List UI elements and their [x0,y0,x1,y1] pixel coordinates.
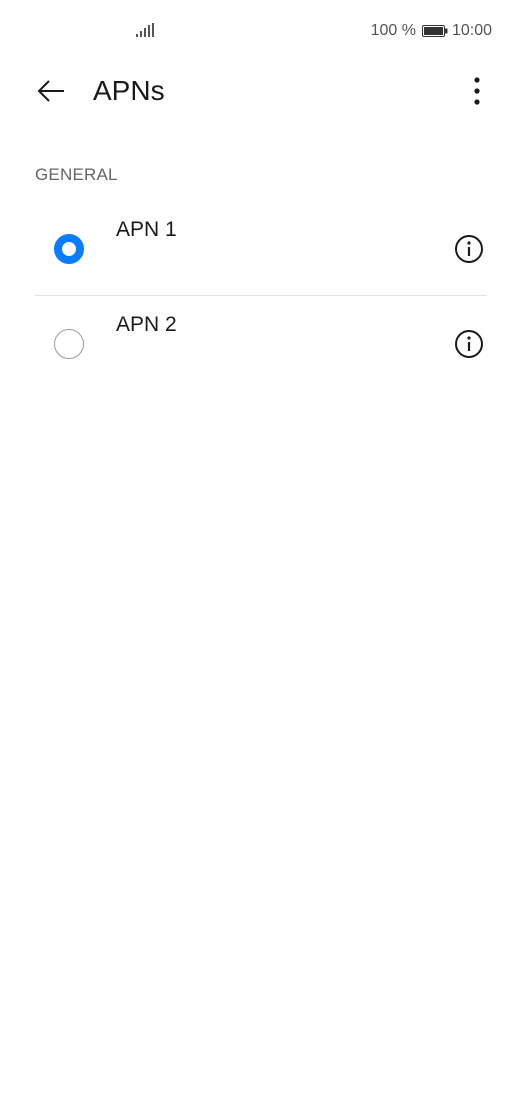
signal-bars-icon [136,23,154,37]
info-circle-icon [455,235,483,263]
status-bar: 100 % 10:00 [0,0,521,60]
apn-1-info-button[interactable] [453,233,485,265]
info-circle-icon [455,330,483,358]
apn-2-radio[interactable] [54,329,84,359]
section-header-general: GENERAL [35,165,118,184]
battery-percent: 100 % [370,22,416,39]
arrow-left-icon [37,80,64,102]
status-right: 100 % 10:00 [371,20,492,42]
apn-row-2[interactable]: APN 2 [0,297,521,389]
status-time: 10:00 [451,22,492,39]
back-button[interactable] [34,74,68,108]
apn-2-label: APN 2 [116,313,177,336]
apn-row-1[interactable]: APN 1 [0,202,521,294]
list-divider [35,295,487,296]
more-options-button[interactable] [462,74,492,108]
apn-1-label: APN 1 [116,218,177,241]
apn-2-info-button[interactable] [453,328,485,360]
title-bar: APNs [0,60,521,122]
battery-full-icon [421,25,448,37]
page-title: APNs [93,75,165,106]
more-vertical-icon [474,77,480,105]
apn-1-radio[interactable] [54,234,84,264]
